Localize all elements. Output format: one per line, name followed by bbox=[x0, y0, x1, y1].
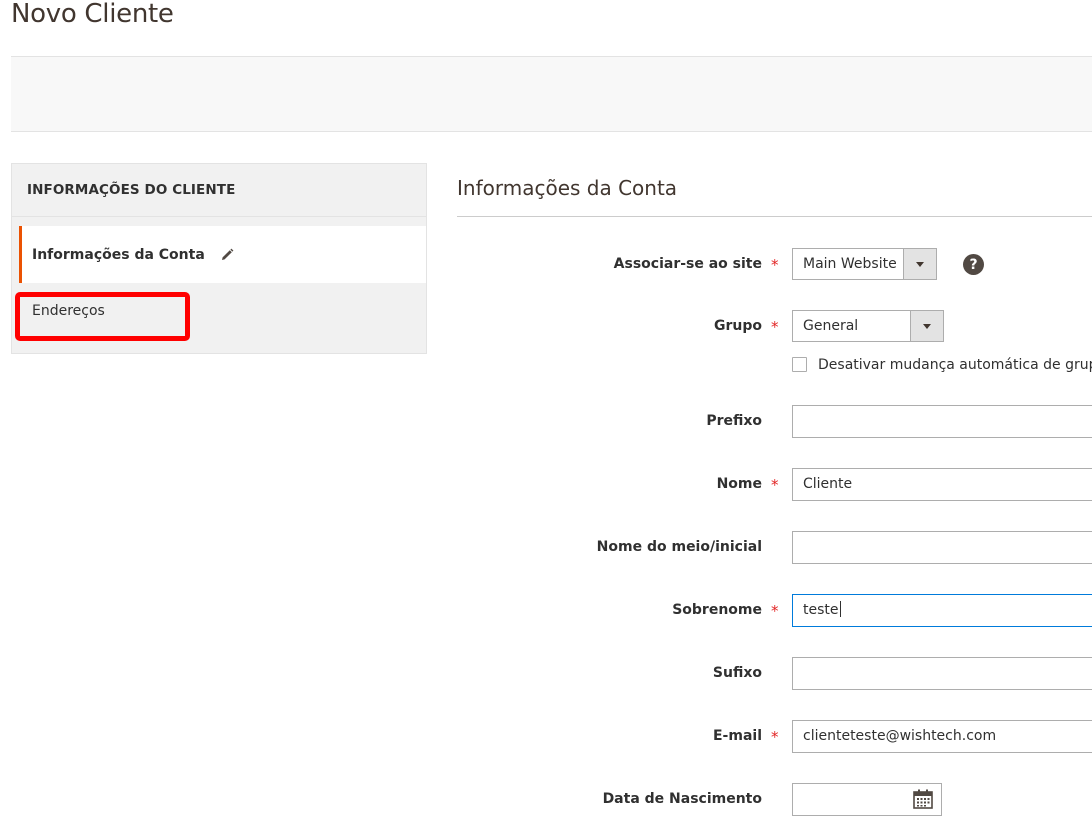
website-select-value: Main Website bbox=[803, 256, 897, 272]
required-mark: * bbox=[771, 476, 779, 494]
suffix-label: Sufixo bbox=[712, 665, 762, 681]
section-title: Informações da Conta bbox=[457, 176, 678, 200]
section-divider bbox=[457, 216, 1092, 217]
disable-auto-group-checkbox[interactable] bbox=[792, 357, 807, 372]
question-circle-icon[interactable]: ? bbox=[963, 254, 984, 275]
dropdown-button[interactable] bbox=[903, 249, 936, 279]
email-input[interactable]: clienteteste@wishtech.com bbox=[792, 720, 1092, 753]
suffix-input[interactable] bbox=[792, 657, 1092, 690]
required-mark: * bbox=[771, 602, 779, 620]
required-mark: * bbox=[771, 318, 779, 336]
dob-input[interactable] bbox=[792, 783, 942, 816]
group-label: Grupo bbox=[713, 318, 762, 334]
lastname-value: teste bbox=[803, 602, 839, 618]
sidebar-item-account-info[interactable]: Informações da Conta bbox=[19, 226, 426, 283]
annotation-highlight-box bbox=[15, 292, 190, 341]
lastname-label: Sobrenome bbox=[672, 602, 762, 618]
firstname-label: Nome bbox=[716, 476, 762, 492]
dob-label: Data de Nascimento bbox=[602, 791, 762, 807]
prefix-label: Prefixo bbox=[706, 413, 762, 429]
triangle-down-icon bbox=[923, 323, 931, 329]
calendar-icon[interactable] bbox=[913, 789, 933, 809]
group-select[interactable]: General bbox=[792, 310, 944, 342]
middlename-input[interactable] bbox=[792, 531, 1092, 564]
triangle-down-icon bbox=[916, 261, 924, 267]
website-label: Associar-se ao site bbox=[613, 256, 762, 272]
required-mark: * bbox=[771, 256, 779, 274]
prefix-input[interactable] bbox=[792, 405, 1092, 438]
required-mark: * bbox=[771, 728, 779, 746]
page-actions-bar bbox=[11, 56, 1092, 132]
dropdown-button[interactable] bbox=[910, 311, 943, 341]
middlename-label: Nome do meio/inicial bbox=[596, 539, 762, 555]
sidebar-title: INFORMAÇÕES DO CLIENTE bbox=[12, 164, 426, 217]
lastname-input[interactable]: teste bbox=[792, 594, 1092, 627]
group-select-value: General bbox=[803, 318, 859, 334]
email-label: E-mail bbox=[712, 728, 762, 744]
pencil-icon bbox=[219, 247, 235, 263]
website-select[interactable]: Main Website bbox=[792, 248, 937, 280]
disable-auto-group-label: Desativar mudança automática de grupo ba… bbox=[818, 357, 1092, 373]
page-title: Novo Cliente bbox=[11, 0, 174, 29]
sidebar-item-label: Informações da Conta bbox=[32, 246, 205, 263]
text-caret bbox=[839, 601, 841, 617]
firstname-input[interactable]: Cliente bbox=[792, 468, 1092, 501]
